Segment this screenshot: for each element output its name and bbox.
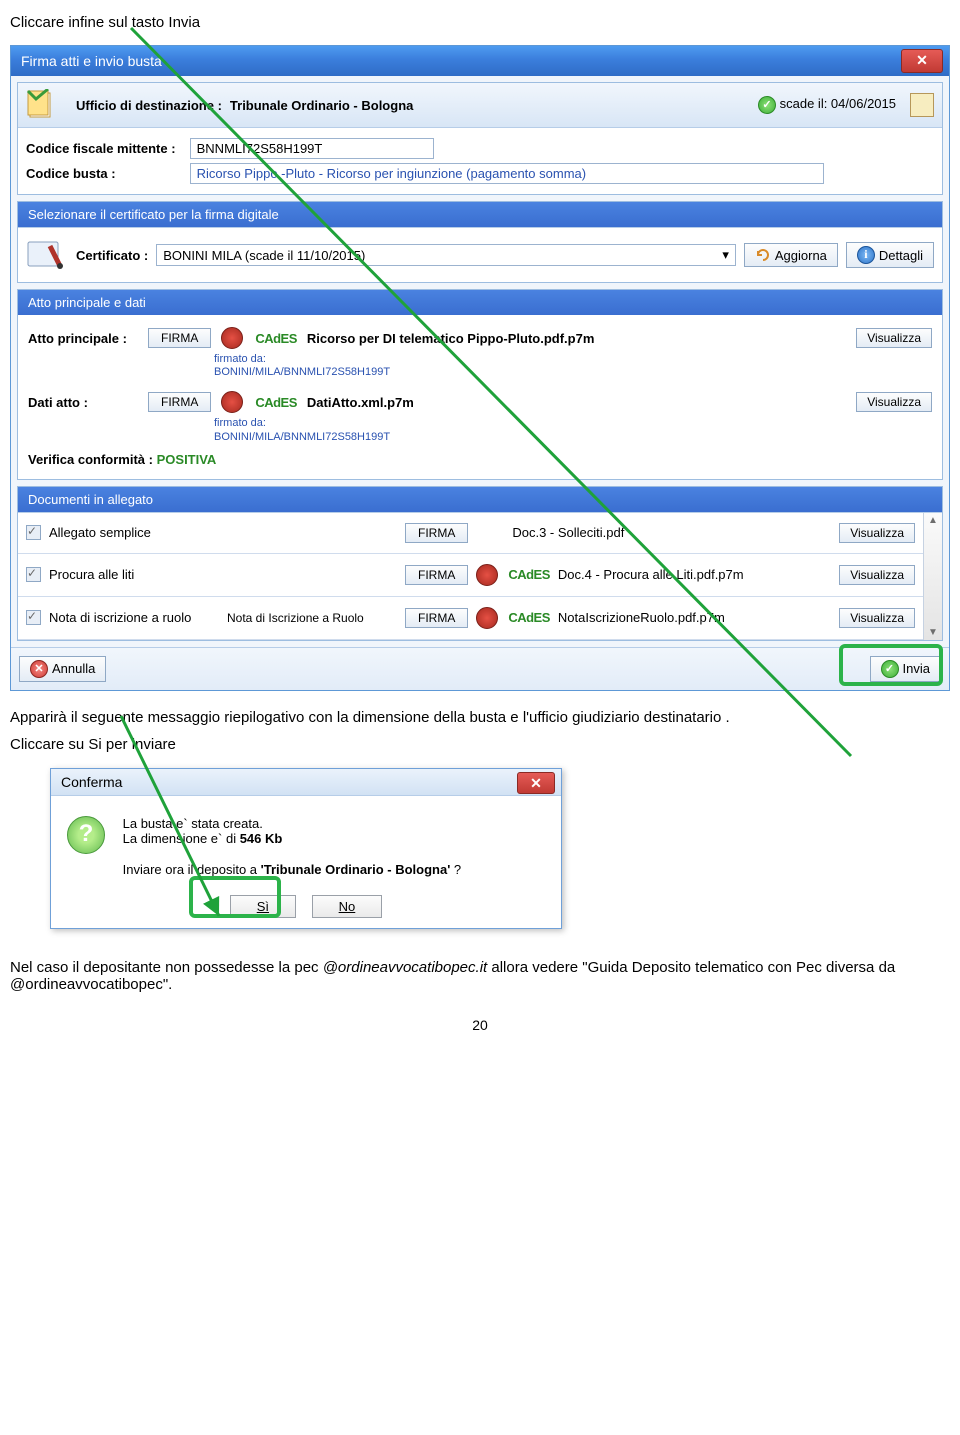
visualizza-button-1[interactable]: Visualizza	[856, 328, 932, 348]
signer-info-2: firmato da: BONINI/MILA/BNNMLI72S58H199T	[214, 417, 932, 443]
allegato-row: Procura alle liti FIRMA CAdES Doc.4 - Procu…	[18, 554, 923, 597]
text-click-si: Cliccare su Si per inviare	[10, 736, 950, 753]
visualizza-button-2[interactable]: Visualizza	[856, 392, 932, 412]
allegato-file: NotaIscrizioneRuolo.pdf.p7m	[558, 610, 725, 625]
window-titlebar: Firma atti e invio busta ✕	[11, 46, 949, 76]
verifica-label: Verifica conformità :	[28, 452, 153, 467]
atto-section-header: Atto principale e dati	[18, 290, 942, 315]
confirm-title-text: Conferma	[61, 774, 122, 790]
cert-label: Certificato :	[76, 248, 148, 263]
firma-button-2[interactable]: FIRMA	[148, 392, 211, 412]
close-icon[interactable]: ✕	[517, 772, 555, 794]
allegato-type: Allegato semplice	[49, 525, 219, 540]
dati-atto-label: Dati atto :	[28, 395, 138, 410]
window-title: Firma atti e invio busta	[21, 53, 162, 69]
check-icon	[881, 660, 899, 678]
atto-principale-file: Ricorso per DI telematico Pippo-Pluto.pd…	[307, 331, 594, 346]
checkbox[interactable]	[26, 567, 41, 582]
seal-icon	[221, 327, 243, 349]
refresh-icon	[755, 247, 771, 263]
firma-button[interactable]: FIRMA	[405, 565, 468, 585]
page-number: 20	[10, 1017, 950, 1033]
scade-info: scade il: 04/06/2015	[758, 96, 896, 114]
dati-atto-file: DatiAtto.xml.p7m	[307, 395, 414, 410]
allegato-type: Procura alle liti	[49, 567, 219, 582]
confirm-titlebar: Conferma ✕	[51, 769, 561, 796]
dest-value: Tribunale Ordinario - Bologna	[230, 98, 413, 113]
cf-label: Codice fiscale mittente :	[26, 141, 186, 156]
signer-info-1: firmato da: BONINI/MILA/BNNMLI72S58H199T	[214, 353, 932, 379]
codice-busta-label: Codice busta :	[26, 166, 186, 181]
main-window: Firma atti e invio busta ✕ Ufficio di de…	[10, 45, 950, 691]
info-icon	[857, 246, 875, 264]
scroll-up-icon[interactable]: ▲	[926, 513, 940, 528]
annulla-button[interactable]: Annulla	[19, 656, 106, 682]
visualizza-button[interactable]: Visualizza	[839, 608, 915, 628]
allegato-row: Allegato semplice FIRMA Doc.3 - Solleciti.…	[18, 513, 923, 554]
dettagli-button[interactable]: Dettagli	[846, 242, 934, 268]
scrollbar[interactable]: ▲ ▼	[923, 513, 942, 640]
scroll-down-icon[interactable]: ▼	[926, 625, 940, 640]
atto-principale-label: Atto principale :	[28, 331, 138, 346]
instruction-invia: Cliccare infine sul tasto Invia	[10, 14, 950, 31]
certificate-panel: Selezionare il certificato per la firma …	[17, 201, 943, 283]
verifica-value: POSITIVA	[157, 452, 217, 467]
footer-paragraph: Nel caso il depositante non possedesse l…	[10, 959, 950, 993]
checkbox[interactable]	[26, 525, 41, 540]
question-icon: ?	[67, 816, 105, 854]
firma-button-1[interactable]: FIRMA	[148, 328, 211, 348]
seal-icon	[476, 607, 498, 629]
allegato-file: Doc.3 - Solleciti.pdf	[512, 525, 624, 540]
seal-icon	[476, 564, 498, 586]
visualizza-button[interactable]: Visualizza	[839, 565, 915, 585]
chevron-down-icon: ▾	[722, 247, 729, 263]
cades-label: CAdES	[255, 331, 297, 346]
codice-busta-input[interactable]: Ricorso Pippo -Pluto - Ricorso per ingiu…	[190, 163, 824, 184]
cert-section-header: Selezionare il certificato per la firma …	[18, 202, 942, 227]
firma-button[interactable]: FIRMA	[405, 608, 468, 628]
cades-label: CAdES	[508, 567, 550, 582]
document-icon	[26, 89, 58, 121]
text-after-main: Apparirà il seguente messaggio riepiloga…	[10, 709, 950, 726]
allegato-extra: Nota di Iscrizione a Ruolo	[227, 611, 397, 625]
firma-button[interactable]: FIRMA	[405, 523, 468, 543]
certificate-icon	[26, 238, 68, 272]
check-icon	[758, 96, 776, 114]
no-button[interactable]: No	[312, 895, 383, 918]
window-footer: Annulla Invia	[11, 647, 949, 690]
si-button[interactable]: Sì	[230, 895, 296, 918]
seal-icon	[221, 391, 243, 413]
cert-select[interactable]: BONINI MILA (scade il 11/10/2015) ▾	[156, 244, 736, 266]
invia-button[interactable]: Invia	[870, 656, 941, 682]
close-icon[interactable]: ✕	[901, 49, 943, 73]
allegato-type: Nota di iscrizione a ruolo	[49, 610, 219, 625]
checkbox[interactable]	[26, 610, 41, 625]
confirm-message: La busta e` stata creata. La dimensione …	[123, 816, 462, 877]
allegati-panel: Documenti in allegato Allegato semplice F…	[17, 486, 943, 641]
cades-label: CAdES	[508, 610, 550, 625]
cancel-icon	[30, 660, 48, 678]
cades-label: CAdES	[255, 395, 297, 410]
aggiorna-button[interactable]: Aggiorna	[744, 243, 838, 267]
confirm-dialog: Conferma ✕ ? La busta e` stata creata. L…	[50, 768, 562, 929]
allegato-row: Nota di iscrizione a ruolo Nota di Iscriz…	[18, 597, 923, 640]
dest-label: Ufficio di destinazione :	[76, 98, 222, 113]
alleg-section-header: Documenti in allegato	[18, 487, 942, 512]
doc-small-icon	[910, 93, 934, 117]
cf-input[interactable]: BNNMLI72S58H199T	[190, 138, 434, 159]
visualizza-button[interactable]: Visualizza	[839, 523, 915, 543]
allegato-file: Doc.4 - Procura alle Liti.pdf.p7m	[558, 567, 744, 582]
atto-panel: Atto principale e dati Atto principale :…	[17, 289, 943, 480]
destination-panel: Ufficio di destinazione : Tribunale Ordi…	[17, 82, 943, 195]
